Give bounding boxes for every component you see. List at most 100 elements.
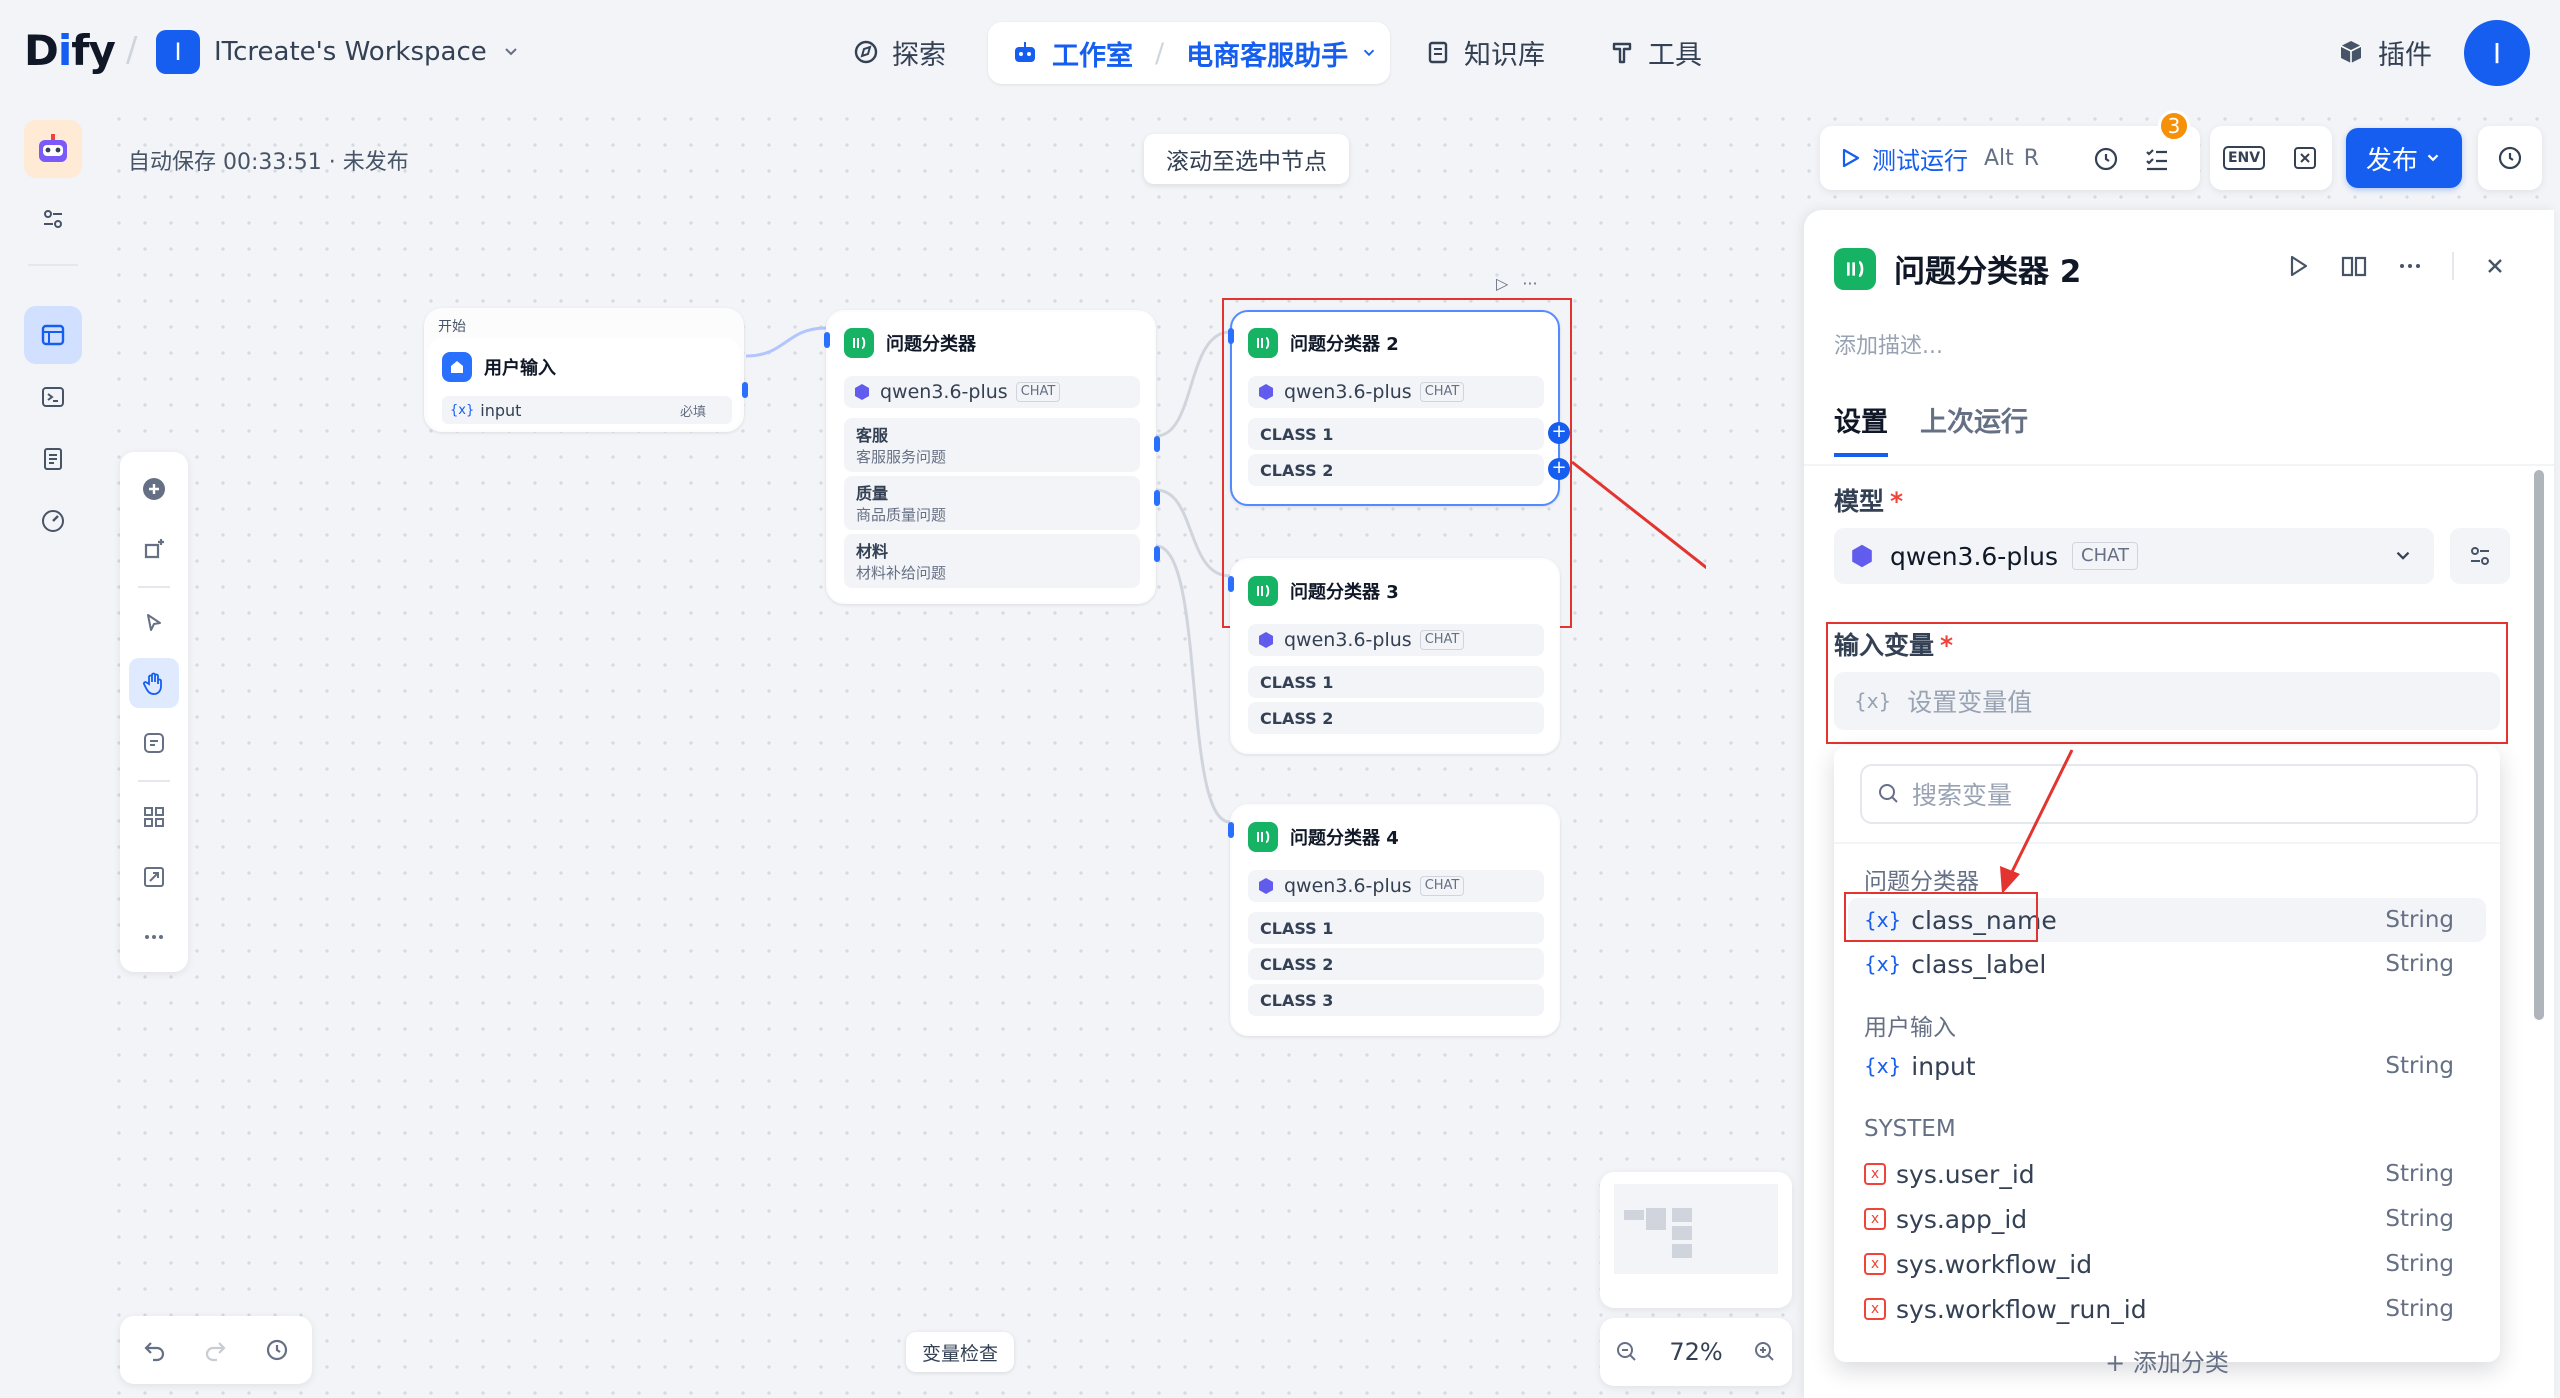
gauge-icon [42, 510, 64, 532]
hand-mode-button[interactable] [129, 658, 179, 708]
add-block-button[interactable] [129, 524, 179, 574]
model-name: qwen3.6-plus [880, 381, 1008, 403]
compass-icon [854, 40, 878, 64]
topic-item: 质量 商品质量问题 [844, 476, 1140, 530]
model-name: qwen3.6-plus [1284, 875, 1412, 897]
add-node-plus-icon[interactable]: + [1548, 422, 1570, 444]
chevron-down-icon[interactable] [1360, 44, 1378, 62]
app-sidebar [0, 106, 106, 1398]
env-button[interactable]: ENV [2222, 146, 2266, 170]
node-input-handle[interactable] [1228, 328, 1234, 344]
document-icon [44, 448, 62, 470]
zoom-out-icon[interactable] [1614, 1339, 1640, 1365]
fit-view-button[interactable] [129, 852, 179, 902]
user-avatar[interactable]: I [2464, 20, 2530, 86]
classifier-icon [1248, 328, 1278, 358]
rail-logs[interactable] [24, 430, 82, 488]
layout-icon [41, 324, 65, 346]
test-run-button[interactable]: 测试运行 Alt R [1820, 141, 2039, 176]
rail-api[interactable] [24, 368, 82, 426]
nav-plugins[interactable]: 插件 [2336, 24, 2432, 80]
undo-icon [144, 1342, 165, 1362]
maximize-icon [144, 867, 164, 887]
app-icon[interactable] [24, 120, 82, 178]
node-output-handle[interactable] [742, 382, 748, 398]
panel-scrollbar[interactable] [2534, 470, 2544, 1020]
run-history-button[interactable] [2092, 144, 2122, 174]
start-node[interactable]: 开始 用户输入 {x} input 必填 [424, 308, 748, 432]
zoom-in-icon[interactable] [1752, 1339, 1778, 1365]
node-output-handle[interactable] [1154, 546, 1160, 562]
pointer-mode-button[interactable] [129, 598, 179, 648]
nav-tools[interactable]: 工具 [1608, 24, 1702, 80]
organize-blocks-button[interactable] [129, 792, 179, 842]
play-icon [1842, 148, 1860, 168]
nav-knowledge[interactable]: 知识库 [1424, 24, 1545, 80]
classifier-icon [1248, 576, 1278, 606]
var-name: input [480, 400, 522, 420]
workspace-switcher[interactable]: I ITcreate's Workspace [156, 30, 521, 74]
node-input-handle[interactable] [1228, 576, 1234, 592]
question-classifier-2-node[interactable]: 问题分类器 2 qwen3.6-plus CHAT CLASS 1 CLASS … [1228, 310, 1570, 506]
nav-knowledge-label: 知识库 [1464, 39, 1545, 71]
nav-explore[interactable]: 探索 [852, 24, 946, 80]
app-settings-toggle[interactable] [24, 190, 82, 248]
nav-studio[interactable]: 工作室 / 电商客服助手 [988, 22, 1390, 84]
zoom-level[interactable]: 72% [1669, 1338, 1722, 1366]
undo-button[interactable] [130, 1325, 180, 1375]
node-output-handle[interactable] [1154, 490, 1160, 506]
model-mode-tag: CHAT [1419, 876, 1465, 896]
node-input-handle[interactable] [1228, 822, 1234, 838]
more-icon[interactable]: ··· [1522, 274, 1537, 293]
redo-button[interactable] [190, 1325, 240, 1375]
node-title: 问题分类器 [886, 334, 976, 355]
nav-tools-label: 工具 [1648, 39, 1702, 71]
node-title: 问题分类器 2 [1290, 334, 1399, 355]
dify-logo[interactable]: Dify [24, 26, 116, 75]
book-icon [1428, 41, 1448, 64]
question-classifier-3-node[interactable]: 问题分类器 3 qwen3.6-plus CHAT CLASS 1 CLASS … [1228, 558, 1560, 754]
variable-inspect-button[interactable]: 变量检查 [906, 1332, 1015, 1372]
nav-plugins-label: 插件 [2378, 39, 2432, 71]
divider [138, 780, 170, 782]
minimap[interactable] [1600, 1172, 1792, 1308]
add-node-button[interactable] [129, 464, 179, 514]
shortcut-alt: Alt [1984, 145, 2014, 171]
node-input-handle[interactable] [824, 332, 830, 348]
checklist-count-badge: 3 [2158, 110, 2190, 142]
env-toolbar: ENV [2210, 126, 2332, 190]
workspace-name: ITcreate's Workspace [214, 37, 487, 67]
minimap-preview [1614, 1184, 1778, 1274]
plus-circle-icon [143, 478, 165, 500]
version-history-button[interactable] [252, 1325, 302, 1375]
topic-desc: 商品质量问题 [856, 506, 947, 524]
add-node-plus-icon[interactable]: + [1548, 458, 1570, 480]
qwen-logo-icon [855, 384, 869, 400]
rail-orchestrate[interactable] [24, 306, 82, 364]
model-row: qwen3.6-plus CHAT [1248, 624, 1544, 656]
chevron-down-icon [505, 48, 517, 56]
current-app-name[interactable]: 电商客服助手 [1186, 34, 1348, 73]
question-classifier-4-node[interactable]: 问题分类器 4 qwen3.6-plus CHAT CLASS 1 CLASS … [1228, 804, 1560, 1036]
class-item: CLASS 3 [1248, 984, 1544, 1016]
chevron-down-icon [2427, 154, 2439, 162]
publish-label: 发布 [2365, 145, 2418, 176]
question-classifier-node[interactable]: 问题分类器 qwen3.6-plus CHAT 客服 客服服务问题 质量 商品质量问… [824, 310, 1160, 604]
rail-monitoring[interactable] [24, 492, 82, 550]
edge [745, 326, 827, 358]
variable-box-icon[interactable] [2291, 144, 2319, 172]
model-mode-tag: CHAT [1015, 382, 1061, 402]
hand-icon [143, 672, 162, 695]
version-history-button[interactable] [2478, 126, 2542, 190]
play-icon[interactable]: ▷ [1496, 274, 1508, 293]
qwen-logo-icon [1259, 384, 1273, 400]
edge [1155, 330, 1231, 438]
checklist-button[interactable] [2142, 144, 2172, 174]
node-output-handle[interactable] [1154, 436, 1160, 452]
more-options-button[interactable] [129, 912, 179, 962]
divider [28, 264, 78, 266]
publish-button[interactable]: 发布 [2346, 128, 2462, 188]
top-navbar: Dify / I ITcreate's Workspace 探索 工作室 / 电… [0, 0, 2560, 106]
add-note-button[interactable] [129, 718, 179, 768]
annotation-arrow-layer [2000, 749, 2074, 894]
